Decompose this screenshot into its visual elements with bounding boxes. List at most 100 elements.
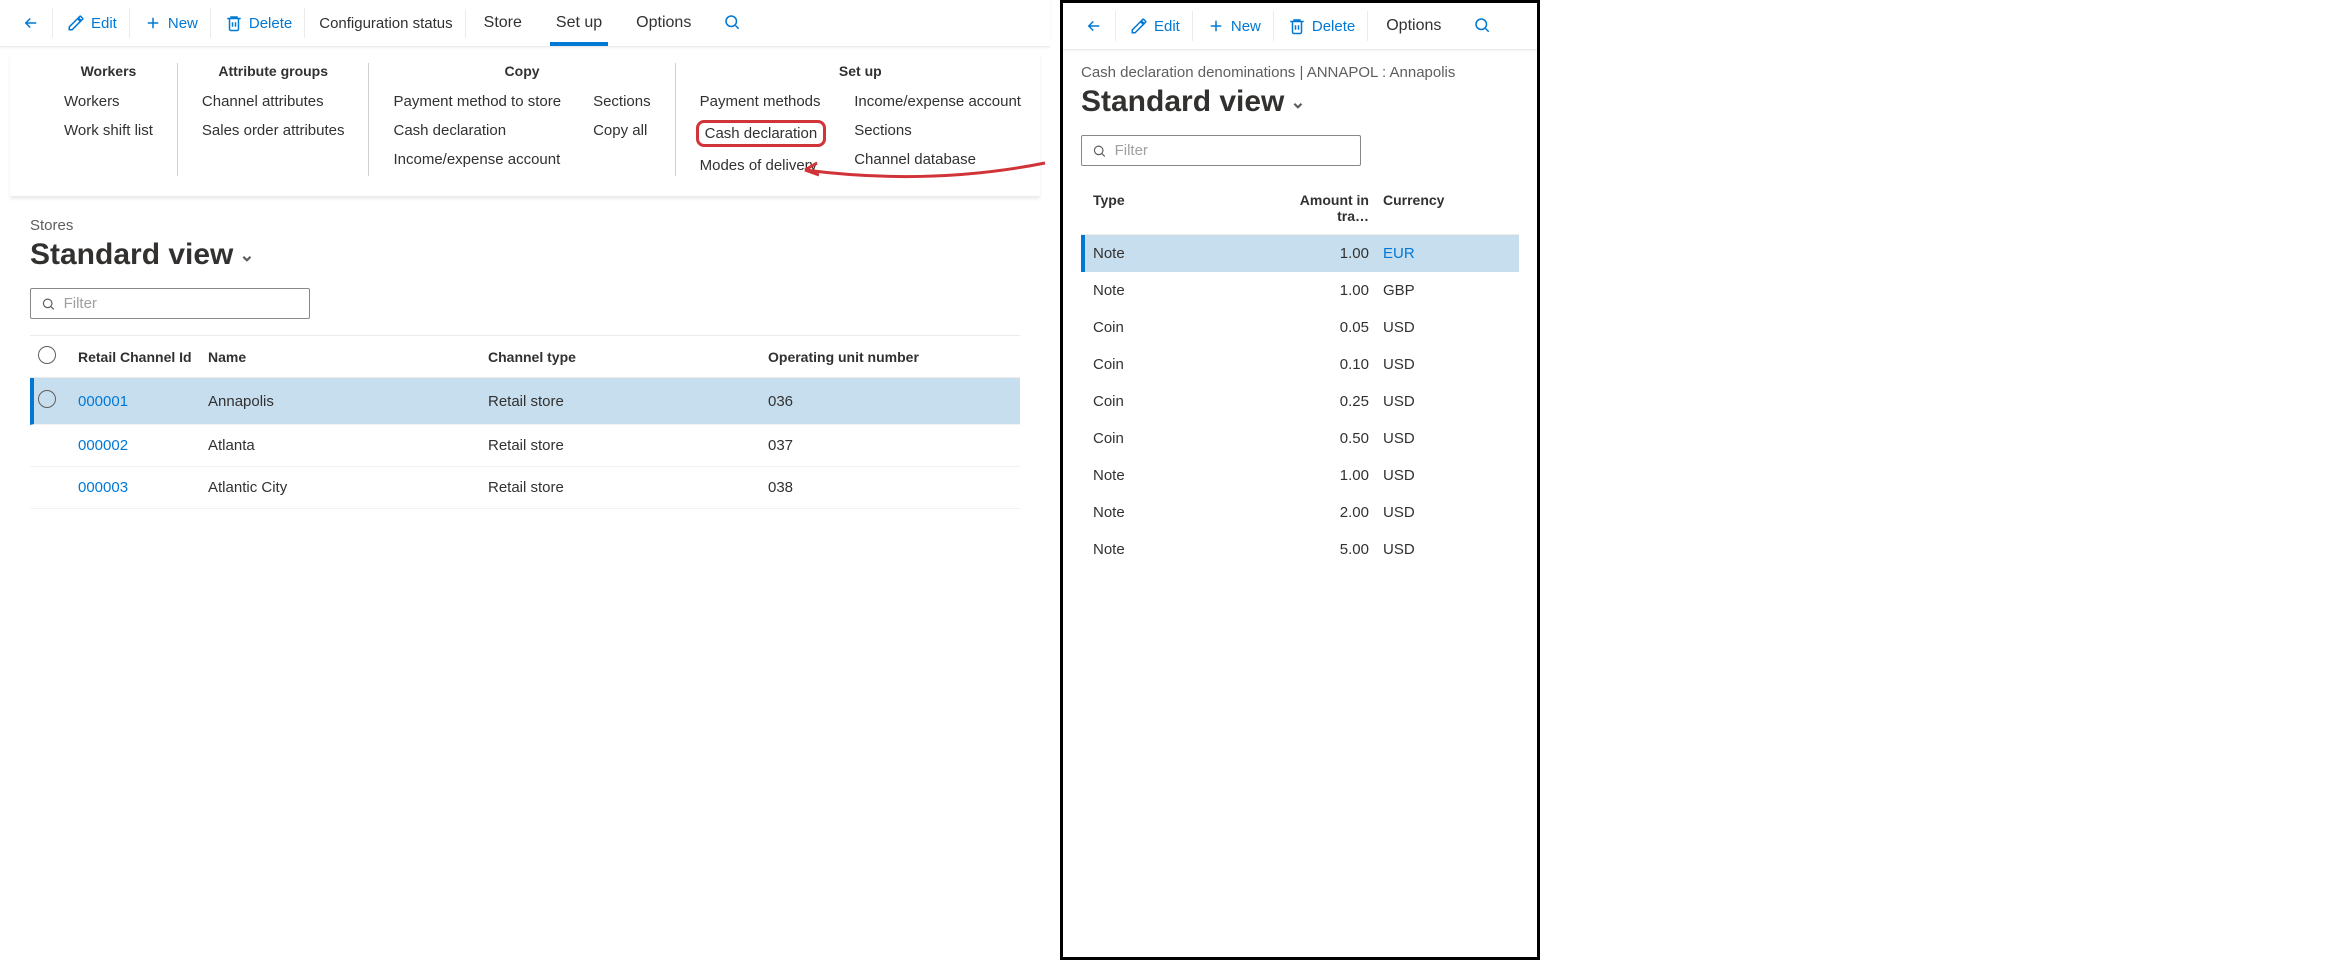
delete-button[interactable]: Delete [1276, 11, 1368, 41]
ribbon-link[interactable]: Payment methods [696, 91, 827, 112]
new-label: New [1231, 18, 1261, 35]
table-row[interactable]: Note2.00USD [1081, 494, 1519, 531]
cell-type: Retail store [488, 437, 768, 454]
config-status-button[interactable]: Configuration status [307, 9, 465, 38]
edit-label: Edit [91, 15, 117, 32]
page-title[interactable]: Standard view ⌄ [1081, 85, 1519, 119]
filter-container [30, 288, 310, 319]
header-amount[interactable]: Amount in tra… [1273, 192, 1383, 224]
table-row[interactable]: Note1.00USD [1081, 457, 1519, 494]
edit-button[interactable]: Edit [55, 8, 130, 38]
cell-name: Annapolis [208, 393, 488, 410]
header-unit[interactable]: Operating unit number [768, 349, 968, 365]
cell-type: Note [1093, 245, 1273, 262]
ribbon-link[interactable]: Income/expense account [389, 149, 565, 170]
trash-icon [1288, 17, 1306, 35]
cell-currency: USD [1383, 356, 1463, 373]
edit-label: Edit [1154, 18, 1180, 35]
cell-name: Atlantic City [208, 479, 488, 496]
ribbon-link[interactable]: Income/expense account [850, 91, 1025, 112]
ribbon-link[interactable]: Payment method to store [389, 91, 565, 112]
delete-label: Delete [249, 15, 292, 32]
edit-button[interactable]: Edit [1118, 11, 1193, 41]
cell-amount: 0.10 [1273, 356, 1383, 373]
row-radio[interactable] [38, 390, 56, 408]
cell-currency: USD [1383, 541, 1463, 558]
cell-type: Note [1093, 541, 1273, 558]
ribbon-link[interactable]: Sales order attributes [198, 120, 349, 141]
new-button[interactable]: New [1195, 11, 1274, 41]
cell-amount: 0.50 [1273, 430, 1383, 447]
select-all-toggle[interactable] [38, 346, 56, 364]
header-type[interactable]: Type [1093, 192, 1273, 224]
table-row[interactable]: Coin0.25USD [1081, 383, 1519, 420]
arrow-left-icon [22, 14, 40, 32]
filter-input[interactable] [1115, 142, 1350, 159]
ribbon-link[interactable]: Sections [850, 120, 1025, 141]
cell-amount: 5.00 [1273, 541, 1383, 558]
config-label: Configuration status [319, 15, 452, 32]
cell-unit: 037 [768, 437, 968, 454]
cell-currency: GBP [1383, 282, 1463, 299]
grid-header: Retail Channel Id Name Channel type Oper… [30, 335, 1020, 378]
ribbon-link[interactable]: Work shift list [60, 120, 157, 141]
tab-options[interactable]: Options [1370, 9, 1457, 43]
delete-label: Delete [1312, 18, 1355, 35]
ribbon-link[interactable]: Cash declaration [696, 120, 827, 147]
ribbon-group-title: Set up [696, 63, 1025, 79]
channel-id-link[interactable]: 000003 [78, 479, 128, 496]
toolbar-right: Edit New Delete Options [1063, 3, 1537, 50]
ribbon-group: Workers Workers Work shift list [40, 63, 178, 176]
table-row[interactable]: Coin0.50USD [1081, 420, 1519, 457]
tab-store[interactable]: Store [468, 6, 538, 40]
table-row[interactable]: Note5.00USD [1081, 531, 1519, 568]
table-row[interactable]: Coin0.05USD [1081, 309, 1519, 346]
table-row[interactable]: Note1.00GBP [1081, 272, 1519, 309]
ribbon-group-title: Workers [60, 63, 157, 79]
cell-unit: 036 [768, 393, 968, 410]
ribbon-link[interactable]: Channel database [850, 149, 1025, 170]
back-button[interactable] [1073, 11, 1116, 41]
ribbon-link[interactable]: Sections [589, 91, 655, 112]
arrow-left-icon [1085, 17, 1103, 35]
breadcrumb: Stores [30, 217, 1020, 234]
ribbon-link[interactable]: Copy all [589, 120, 655, 141]
table-row[interactable]: Note1.00EUR [1081, 235, 1519, 272]
header-currency[interactable]: Currency [1383, 192, 1463, 224]
ribbon-link[interactable]: Modes of delivery [696, 155, 827, 176]
cell-type: Coin [1093, 319, 1273, 336]
cell-currency: USD [1383, 319, 1463, 336]
ribbon-link[interactable]: Channel attributes [198, 91, 349, 112]
cell-type: Retail store [488, 393, 768, 410]
search-icon [1092, 143, 1107, 159]
stores-grid: Retail Channel Id Name Channel type Oper… [30, 335, 1020, 509]
tab-setup[interactable]: Set up [540, 6, 618, 40]
table-row[interactable]: 000001 AnnapolisRetail store036 [30, 378, 1020, 425]
search-button[interactable] [1459, 10, 1505, 43]
channel-id-link[interactable]: 000001 [78, 393, 128, 410]
table-row[interactable]: 000003Atlantic CityRetail store038 [30, 467, 1020, 509]
header-id[interactable]: Retail Channel Id [78, 349, 208, 365]
cell-type: Note [1093, 282, 1273, 299]
header-type[interactable]: Channel type [488, 349, 768, 365]
new-button[interactable]: New [132, 8, 211, 38]
trash-icon [225, 14, 243, 32]
filter-input[interactable] [64, 295, 299, 312]
tab-options[interactable]: Options [620, 6, 707, 40]
header-name[interactable]: Name [208, 349, 488, 365]
delete-button[interactable]: Delete [213, 8, 305, 38]
ribbon-link[interactable]: Workers [60, 91, 157, 112]
cell-type: Coin [1093, 393, 1273, 410]
table-row[interactable]: 000002AtlantaRetail store037 [30, 425, 1020, 467]
ribbon-group: CopyPayment method to storeCash declarat… [369, 63, 675, 176]
filter-container [1081, 135, 1361, 166]
page-title[interactable]: Standard view ⌄ [30, 238, 1020, 272]
ribbon-link[interactable]: Cash declaration [389, 120, 565, 141]
chevron-down-icon: ⌄ [239, 245, 254, 266]
table-row[interactable]: Coin0.10USD [1081, 346, 1519, 383]
back-button[interactable] [10, 8, 53, 38]
search-button[interactable] [709, 7, 755, 40]
channel-id-link[interactable]: 000002 [78, 437, 128, 454]
toolbar-left: Edit New Delete Configuration status Sto… [0, 0, 1050, 47]
cell-currency: USD [1383, 467, 1463, 484]
